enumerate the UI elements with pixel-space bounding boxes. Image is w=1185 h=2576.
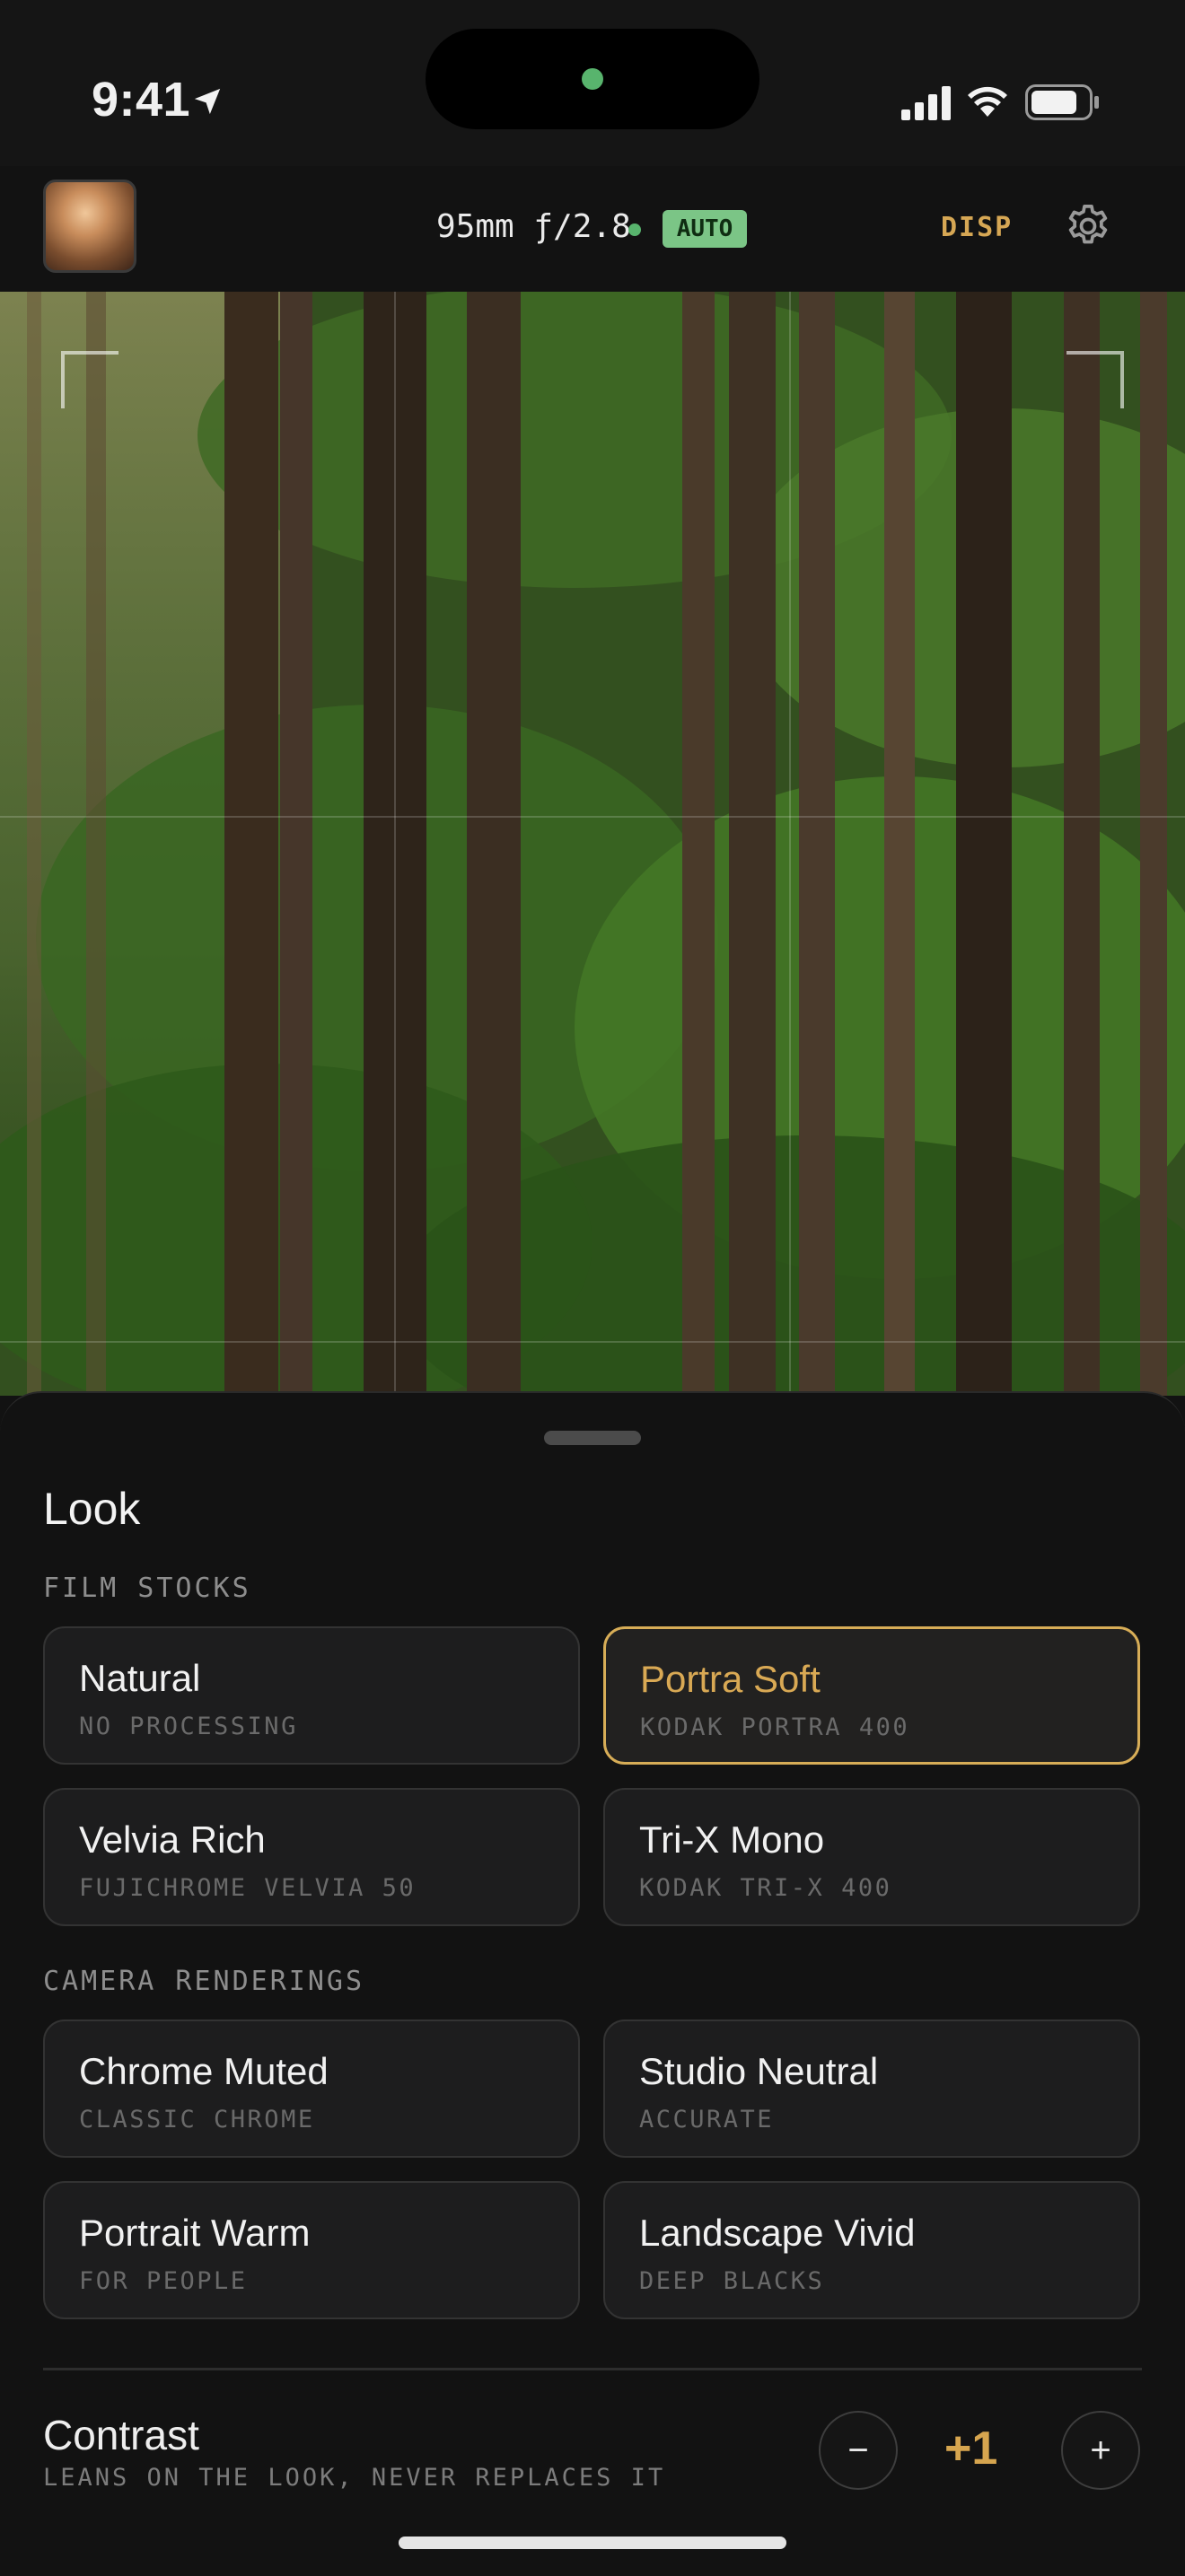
look-card-subtitle: FOR PEOPLE	[79, 2267, 248, 2295]
look-card-title: Chrome Muted	[79, 2050, 329, 2092]
look-card-tri-x-mono[interactable]: Tri-X Mono KODAK TRI-X 400	[603, 1788, 1140, 1926]
gear-icon[interactable]	[1063, 201, 1113, 251]
viewfinder[interactable]	[0, 292, 1185, 1396]
wifi-icon	[968, 86, 1007, 117]
film-stocks-header: FILM STOCKS	[43, 1573, 251, 1604]
look-card-portrait-warm[interactable]: Portrait Warm FOR PEOPLE	[43, 2181, 580, 2319]
sheet-grabber[interactable]	[544, 1431, 641, 1445]
contrast-label: Contrast	[43, 2412, 199, 2458]
look-card-subtitle: KODAK TRI-X 400	[639, 1874, 892, 1902]
contrast-increase-button[interactable]: +	[1061, 2411, 1140, 2490]
look-card-title: Landscape Vivid	[639, 2212, 916, 2254]
look-card-title: Portrait Warm	[79, 2212, 311, 2254]
look-card-subtitle: DEEP BLACKS	[639, 2267, 825, 2295]
look-card-title: Natural	[79, 1657, 201, 1699]
look-card-studio-neutral[interactable]: Studio Neutral ACCURATE	[603, 2020, 1140, 2158]
look-card-subtitle: KODAK PORTRA 400	[640, 1713, 910, 1741]
look-card-title: Studio Neutral	[639, 2050, 879, 2092]
auto-mode-badge[interactable]: AUTO	[663, 210, 747, 248]
look-card-landscape-vivid[interactable]: Landscape Vivid DEEP BLACKS	[603, 2181, 1140, 2319]
look-card-title: Portra Soft	[640, 1658, 821, 1700]
look-card-subtitle: CLASSIC CHROME	[79, 2106, 315, 2134]
contrast-value: +1	[944, 2423, 998, 2475]
battery-icon	[1025, 84, 1099, 120]
look-card-chrome-muted[interactable]: Chrome Muted CLASSIC CHROME	[43, 2020, 580, 2158]
viewfinder-scene	[0, 292, 1185, 1396]
look-card-velvia-rich[interactable]: Velvia Rich FUJICHROME VELVIA 50	[43, 1788, 580, 1926]
status-time: 9:41	[92, 73, 191, 127]
contrast-decrease-button[interactable]: −	[819, 2411, 898, 2490]
look-card-subtitle: FUJICHROME VELVIA 50	[79, 1874, 417, 1902]
location-arrow-icon	[194, 88, 221, 115]
last-photo-thumbnail[interactable]	[43, 180, 136, 273]
look-card-title: Tri-X Mono	[639, 1818, 825, 1861]
look-card-portra-soft[interactable]: Portra Soft KODAK PORTRA 400	[603, 1626, 1140, 1765]
lens-readout[interactable]: 95mm ƒ/2.8	[436, 208, 631, 245]
look-card-subtitle: NO PROCESSING	[79, 1713, 298, 1740]
look-card-title: Velvia Rich	[79, 1818, 266, 1861]
home-indicator[interactable]	[399, 2537, 786, 2549]
section-divider	[43, 2368, 1142, 2370]
disp-button[interactable]: DISP	[941, 212, 1013, 243]
contrast-subtitle: LEANS ON THE LOOK, NEVER REPLACES IT	[43, 2464, 666, 2492]
look-card-natural[interactable]: Natural NO PROCESSING	[43, 1626, 580, 1765]
look-card-subtitle: ACCURATE	[639, 2106, 775, 2134]
sheet-title: Look	[43, 1484, 141, 1534]
lens-status-dot	[628, 223, 641, 236]
camera-renderings-header: CAMERA RENDERINGS	[43, 1966, 365, 1997]
cellular-signal-icon	[901, 86, 951, 120]
status-bar: 9:41	[0, 0, 1185, 166]
camera-in-use-indicator	[582, 68, 603, 90]
